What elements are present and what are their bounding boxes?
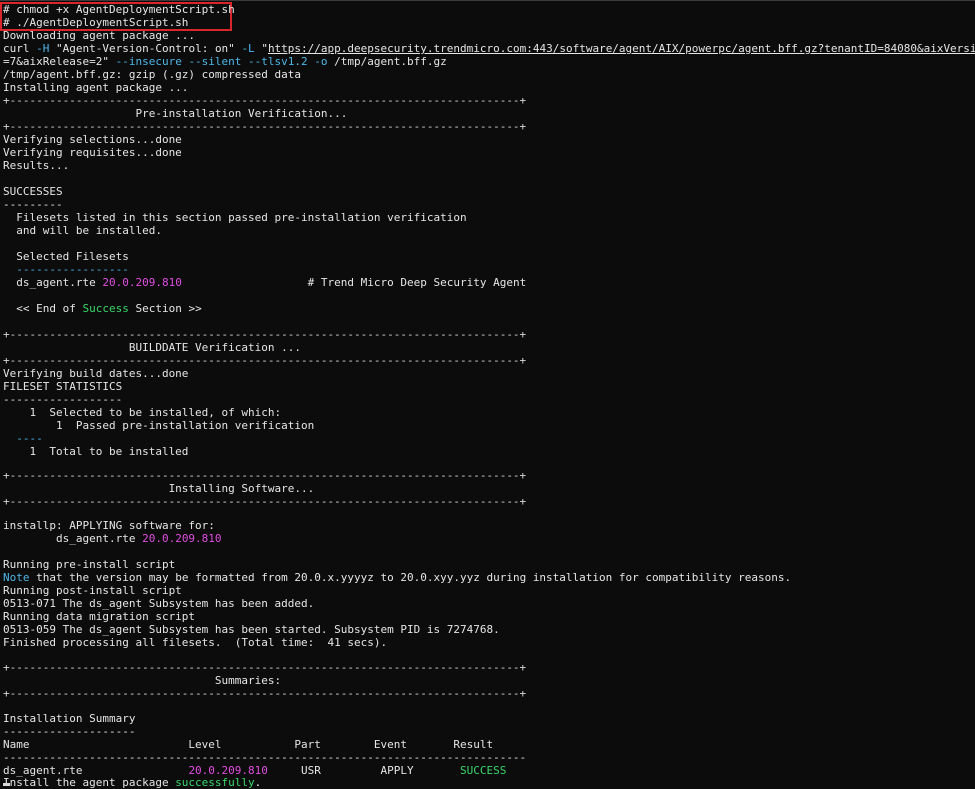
summary-table-header: Name Level Part Event Result <box>3 738 494 751</box>
output-installp: installp: APPLYING software for: <box>3 519 215 532</box>
output-verify-requisites: Verifying requisites...done <box>3 146 182 159</box>
output-final-status: Install the agent package successfully. <box>3 776 262 789</box>
divider-line: +---------------------------------------… <box>3 328 527 341</box>
heading-successes: SUCCESSES <box>3 185 63 198</box>
heading-underline: -------------------- <box>3 725 136 738</box>
divider-line: +---------------------------------------… <box>3 120 527 133</box>
output-note: Note that the version may be formatted f… <box>3 571 792 584</box>
output-end-success: << End of Success Section >> <box>3 302 202 315</box>
divider-line: +---------------------------------------… <box>3 354 527 367</box>
output-downloading: Downloading agent package ... <box>3 29 196 42</box>
heading-underline: --------- <box>3 198 63 211</box>
output-subsystem-started: 0513-059 The ds_agent Subsystem has been… <box>3 623 500 636</box>
output-installing: Installing agent package ... <box>3 81 189 94</box>
divider-line: +---------------------------------------… <box>3 469 527 482</box>
divider-line: +---------------------------------------… <box>3 94 527 107</box>
summary-table-rule: ----------------------------------------… <box>3 751 527 764</box>
output-finished: Finished processing all filesets. (Total… <box>3 636 388 649</box>
command-run-script: # ./AgentDeploymentScript.sh <box>3 16 189 29</box>
stat-separator: ---- <box>3 432 43 445</box>
divider-line: +---------------------------------------… <box>3 495 527 508</box>
output-install-package: ds_agent.rte 20.0.209.810 <box>3 532 222 545</box>
stat-selected: 1 Selected to be installed, of which: <box>3 406 282 419</box>
section-title-installing: Installing Software... <box>3 482 315 495</box>
output-results: Results... <box>3 159 70 172</box>
command-chmod: # chmod +x AgentDeploymentScript.sh <box>3 3 235 16</box>
stat-passed: 1 Passed pre-installation verification <box>3 419 315 432</box>
fileset-row: ds_agent.rte 20.0.209.810 # Trend Micro … <box>3 276 527 289</box>
section-title-builddate: BUILDDATE Verification ... <box>3 341 302 354</box>
heading-underline: ----------------- <box>3 263 129 276</box>
section-title-preinstall: Pre-installation Verification... <box>3 107 348 120</box>
output-running-migration: Running data migration script <box>3 610 196 623</box>
divider-line: +---------------------------------------… <box>3 661 527 674</box>
heading-selected-filesets: Selected Filesets <box>3 250 129 263</box>
output-verify-build: Verifying build dates...done <box>3 367 189 380</box>
output-filesets-desc: Filesets listed in this section passed p… <box>3 211 467 224</box>
section-title-summaries: Summaries: <box>3 674 282 687</box>
output-verify-selections: Verifying selections...done <box>3 133 182 146</box>
output-subsystem-added: 0513-071 The ds_agent Subsystem has been… <box>3 597 315 610</box>
heading-underline: ------------------ <box>3 393 123 406</box>
divider-line: +---------------------------------------… <box>3 687 527 700</box>
curl-url-link[interactable]: https://app.deepsecurity.trendmicro.com:… <box>268 42 975 55</box>
output-running-pre: Running pre-install script <box>3 558 176 571</box>
output-curl: curl -H "Agent-Version-Control: on" -L "… <box>3 42 975 55</box>
terminal-window[interactable]: # chmod +x AgentDeploymentScript.sh # ./… <box>0 0 975 789</box>
stat-total: 1 Total to be installed <box>3 445 189 458</box>
output-running-post: Running post-install script <box>3 584 182 597</box>
output-gzip: /tmp/agent.bff.gz: gzip (.gz) compressed… <box>3 68 302 81</box>
heading-fileset-statistics: FILESET STATISTICS <box>3 380 123 393</box>
heading-installation-summary: Installation Summary <box>3 712 136 725</box>
output-filesets-desc: and will be installed. <box>3 224 162 237</box>
output-curl-cont: =7&aixRelease=2" --insecure --silent --t… <box>3 55 447 68</box>
